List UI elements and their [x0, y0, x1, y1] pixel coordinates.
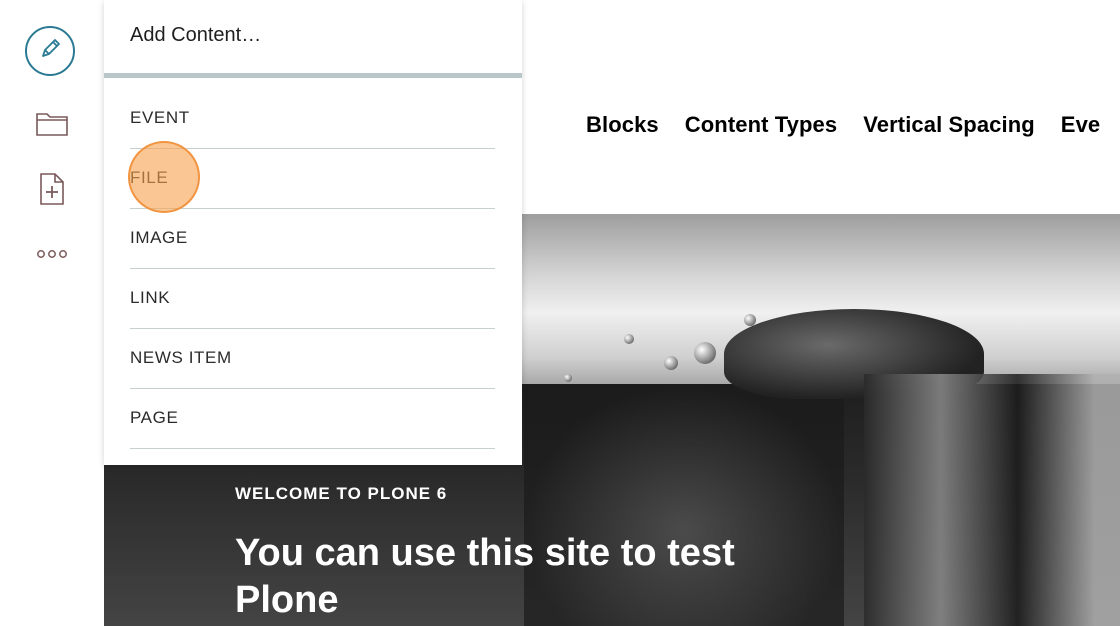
content-type-image[interactable]: IMAGE	[130, 209, 495, 269]
nav-item-content-types[interactable]: Content Types	[685, 112, 837, 138]
pencil-icon	[36, 35, 64, 68]
content-type-link[interactable]: LINK	[130, 269, 495, 329]
more-icon	[36, 247, 68, 265]
nav-item-blocks[interactable]: Blocks	[586, 112, 659, 138]
content-type-list: EVENT FILE IMAGE LINK NEWS ITEM PAGE	[130, 90, 495, 449]
add-content-menu: Add Content… EVENT FILE IMAGE LINK NEWS …	[104, 0, 522, 465]
contents-button[interactable]	[34, 108, 70, 144]
hero-kicker: WELCOME TO PLONE 6	[235, 484, 448, 503]
main-navigation: Blocks Content Types Vertical Spacing Ev…	[586, 112, 1100, 138]
add-document-icon	[39, 172, 65, 211]
click-highlight	[128, 141, 200, 213]
toolbar	[0, 0, 104, 626]
folder-icon	[35, 110, 69, 143]
content-type-event[interactable]: EVENT	[130, 90, 495, 149]
nav-item-vertical-spacing[interactable]: Vertical Spacing	[863, 112, 1035, 138]
content-type-news-item[interactable]: NEWS ITEM	[130, 329, 495, 389]
content-type-page[interactable]: PAGE	[130, 389, 495, 449]
edit-button[interactable]	[25, 26, 75, 76]
nav-item-events[interactable]: Eve	[1061, 112, 1100, 138]
add-content-header: Add Content…	[104, 0, 522, 78]
add-content-title: Add Content…	[130, 24, 262, 46]
hero-title: You can use this site to test Plone	[235, 532, 735, 621]
add-button[interactable]	[34, 172, 70, 211]
more-button[interactable]	[34, 238, 70, 274]
